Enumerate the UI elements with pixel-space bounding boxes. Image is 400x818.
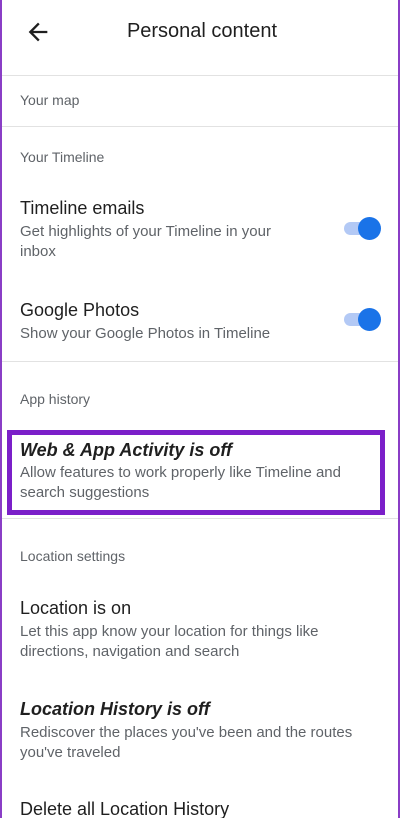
google-photos-subtitle: Show your Google Photos in Timeline [20, 325, 271, 342]
google-photos-row[interactable]: Google Photos Show your Google Photos in… [2, 292, 398, 352]
google-photos-title: Google Photos [20, 300, 140, 320]
page-title: Personal content [126, 20, 278, 42]
location-history-row[interactable]: Location History is off Rediscover the p… [2, 691, 398, 769]
web-app-activity-title: Web & App Activity is off [20, 440, 233, 460]
toggle-knob [358, 308, 381, 331]
divider [2, 361, 398, 362]
timeline-emails-row[interactable]: Timeline emails Get highlights of your T… [2, 190, 398, 268]
section-header-location-settings: Location settings [20, 548, 126, 564]
location-history-title: Location History is off [20, 699, 210, 719]
divider [2, 75, 398, 76]
timeline-emails-title: Timeline emails [20, 198, 145, 218]
location-on-title: Location is on [20, 598, 132, 618]
section-header-app-history: App history [20, 391, 91, 407]
location-on-row[interactable]: Location is on Let this app know your lo… [2, 590, 398, 668]
timeline-emails-subtitle-line2: inbox [20, 243, 56, 260]
location-on-subtitle-line2: directions, navigation and search [20, 643, 240, 660]
delete-history-title: Delete all Location History [20, 799, 230, 818]
divider [2, 518, 398, 519]
section-header-your-map: Your map [20, 92, 80, 108]
toggle-knob [358, 217, 381, 240]
location-history-subtitle-line1: Rediscover the places you've been and th… [20, 724, 353, 741]
timeline-emails-toggle[interactable] [342, 216, 382, 240]
top-app-bar: Personal content [2, 0, 398, 64]
delete-history-row[interactable]: Delete all Location History [2, 791, 398, 818]
location-history-subtitle-line2: you've traveled [20, 744, 121, 761]
web-app-activity-row[interactable]: Web & App Activity is off Allow features… [2, 432, 398, 514]
location-on-subtitle-line1: Let this app know your location for thin… [20, 623, 319, 640]
section-header-your-timeline: Your Timeline [20, 149, 105, 165]
google-photos-toggle[interactable] [342, 307, 382, 331]
web-app-activity-subtitle-line1: Allow features to work properly like Tim… [20, 464, 341, 481]
divider [2, 126, 398, 127]
web-app-activity-subtitle-line2: search suggestions [20, 484, 150, 501]
timeline-emails-subtitle-line1: Get highlights of your Timeline in your [20, 223, 271, 240]
